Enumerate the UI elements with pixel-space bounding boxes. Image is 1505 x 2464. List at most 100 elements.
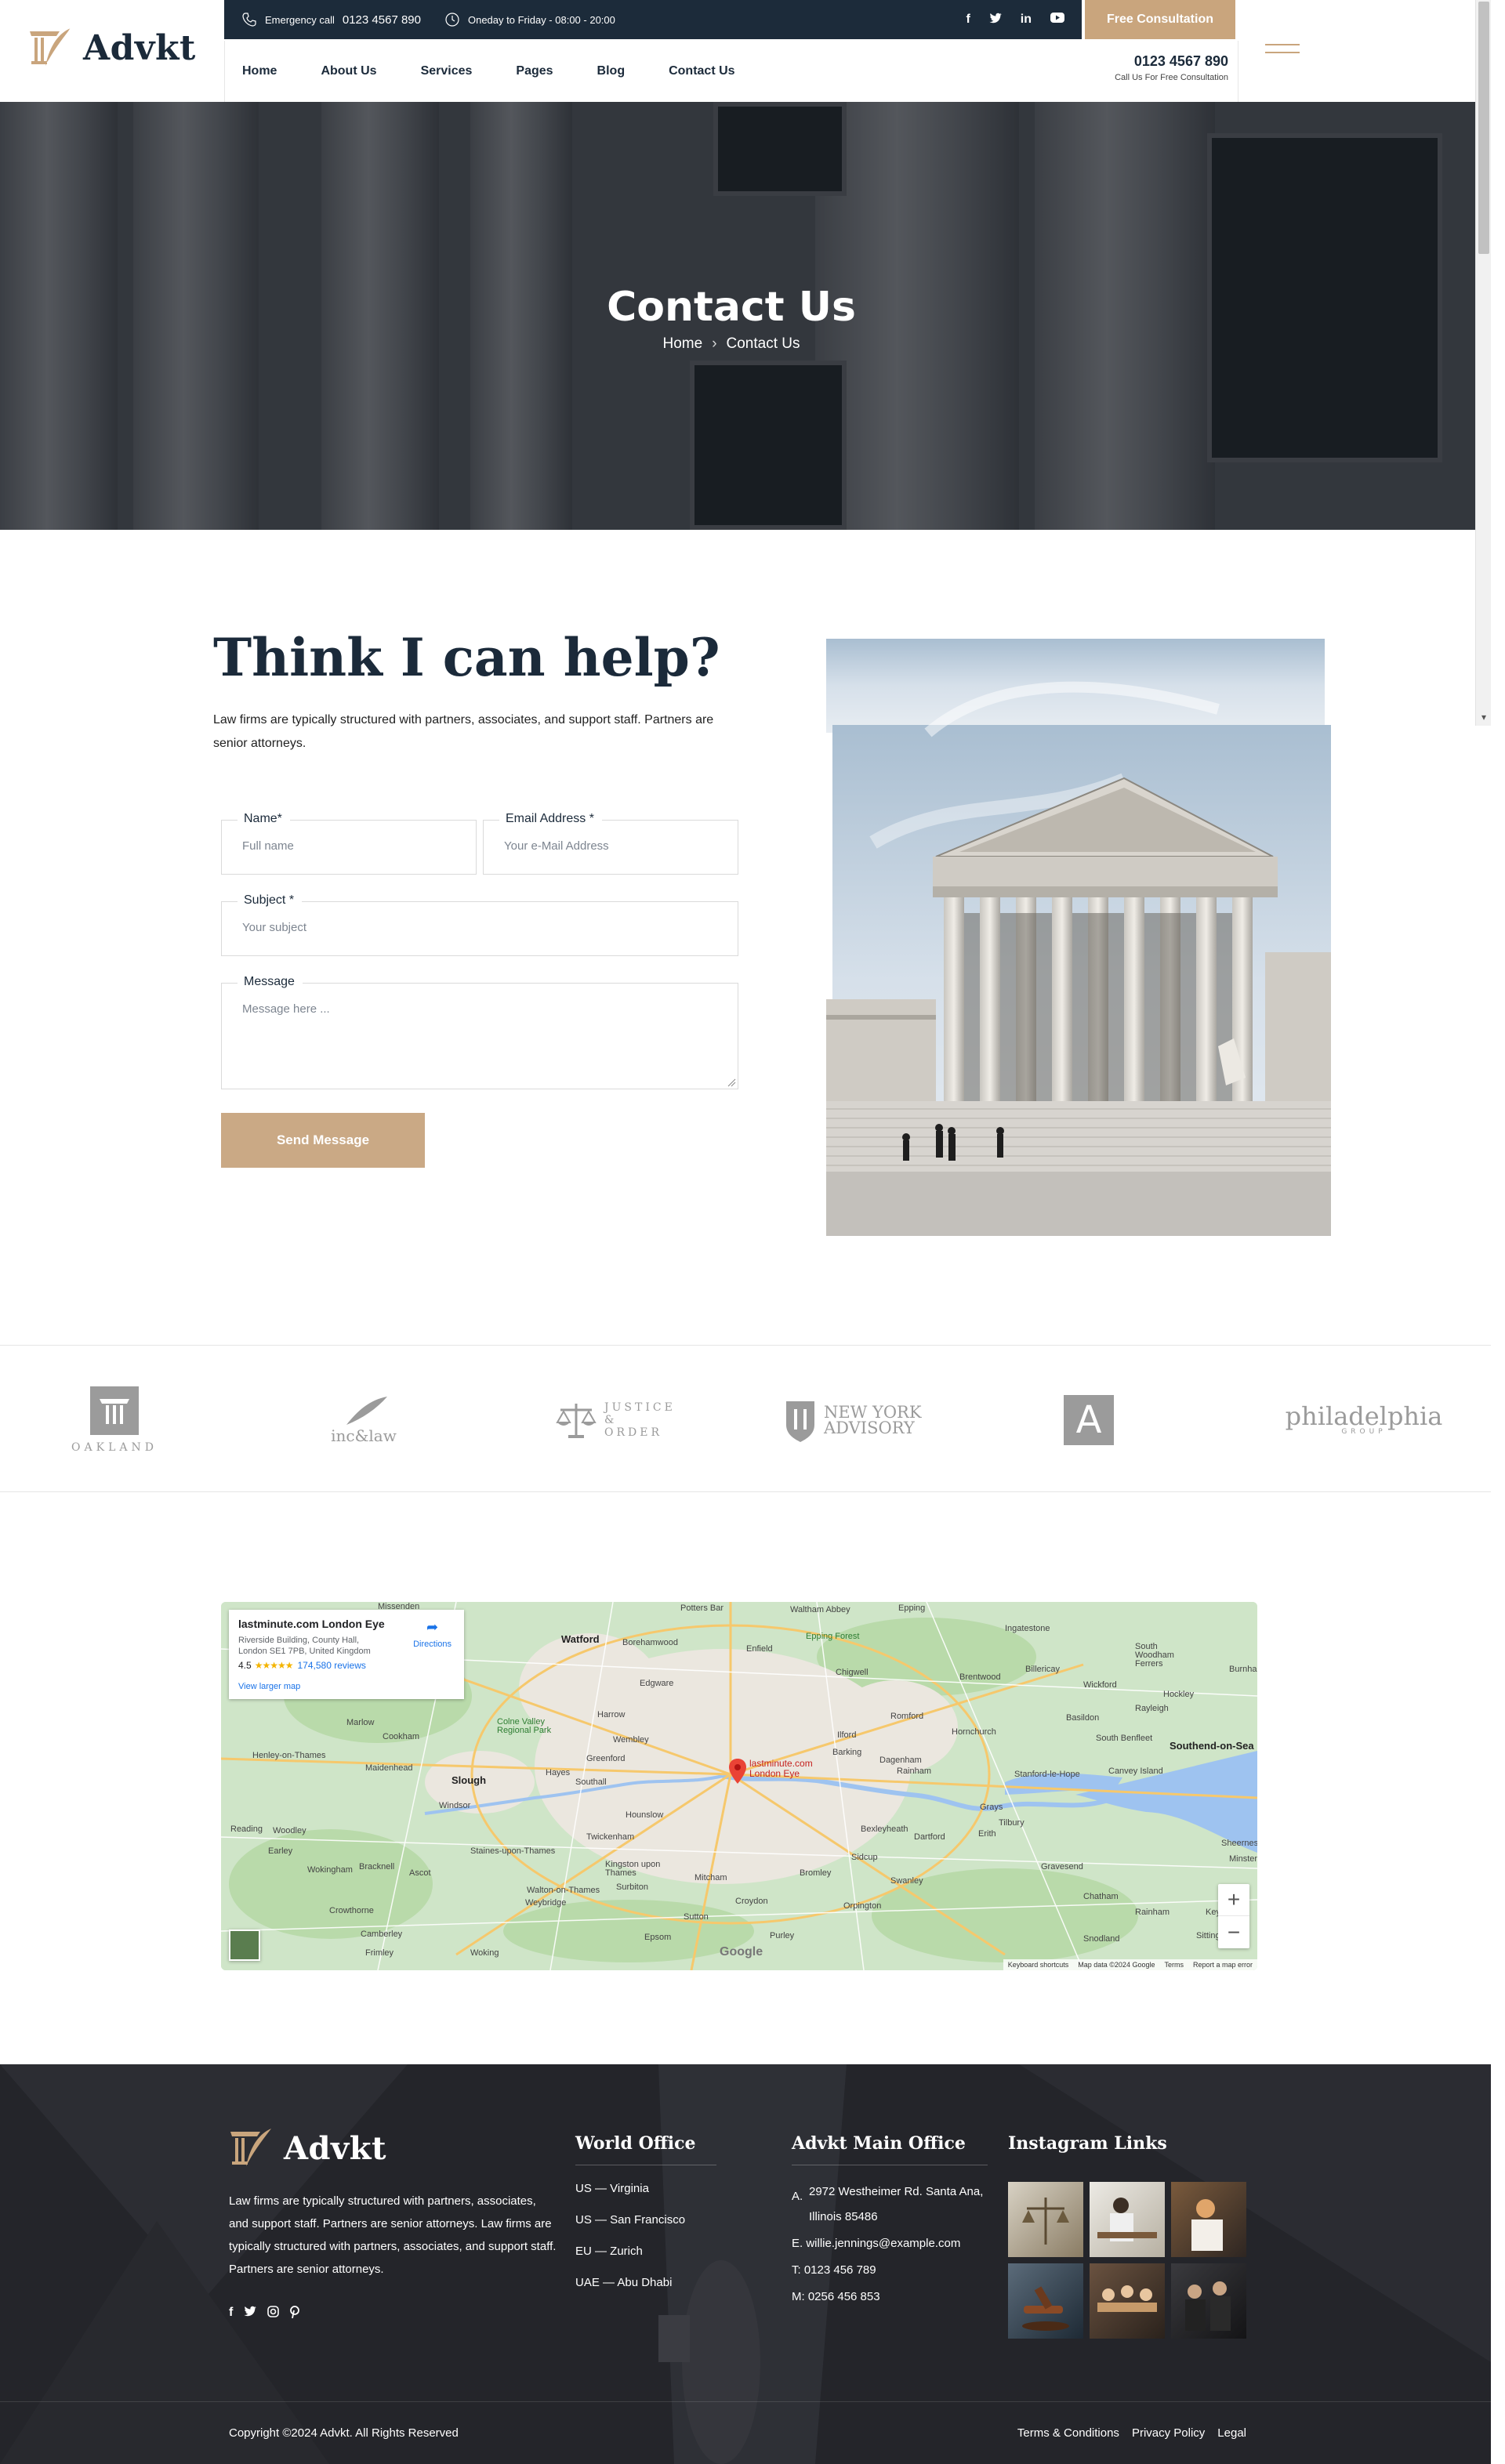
nav-item-home[interactable]: Home <box>242 64 277 78</box>
instagram-icon[interactable] <box>267 2306 280 2322</box>
world-office-link[interactable]: UAE — Abu Dhabi <box>575 2276 672 2289</box>
main-office-title: Advkt Main Office <box>792 2133 966 2154</box>
twitter-icon[interactable] <box>989 13 1002 27</box>
nav-item-pages[interactable]: Pages <box>516 64 553 78</box>
free-consultation-button[interactable]: Free Consultation <box>1085 0 1235 39</box>
scrollbar-thumb[interactable] <box>1478 2 1489 254</box>
map-label: Watford <box>561 1633 600 1645</box>
map-label: Chatham <box>1083 1892 1119 1901</box>
map-terms-link[interactable]: Terms <box>1164 1961 1184 1969</box>
name-field[interactable]: Name* Full name <box>221 812 477 875</box>
map-label: Greenford <box>586 1754 626 1763</box>
map-label: Hayes <box>546 1768 571 1777</box>
resize-handle-icon[interactable] <box>727 1078 736 1087</box>
reviews-link[interactable]: 174,580 reviews <box>297 1660 365 1671</box>
view-larger-map-link[interactable]: View larger map <box>238 1682 300 1691</box>
email-field[interactable]: Email Address * Your e-Mail Address <box>483 812 738 875</box>
linkedin-icon[interactable]: in <box>1021 13 1032 27</box>
directions-button[interactable]: ➦ Directions <box>413 1619 452 1649</box>
footer-email[interactable]: E. willie.jennings@example.com <box>792 2237 960 2250</box>
map-label: Bromley <box>800 1868 832 1878</box>
map-marker[interactable]: lastminute.com London Eye <box>729 1759 813 1788</box>
nav-item-blog[interactable]: Blog <box>597 64 626 78</box>
instagram-thumbnail[interactable] <box>1171 2182 1246 2257</box>
brand-newyork-text: NEW YORK ADVISORY <box>824 1403 922 1437</box>
map-label: Henley-on-Thames <box>252 1751 326 1760</box>
message-field[interactable]: Message Message here ... <box>221 975 738 1089</box>
brand-philadelphia-text: philadelphia <box>1285 1401 1443 1431</box>
email-placeholder: Your e-Mail Address <box>504 839 609 853</box>
footer-logo[interactable]: Advkt <box>229 2127 386 2169</box>
send-message-button[interactable]: Send Message <box>221 1113 425 1168</box>
contact-heading: Think I can help? <box>213 627 720 688</box>
nav-item-about[interactable]: About Us <box>321 64 376 78</box>
world-office-link[interactable]: US — Virginia <box>575 2182 649 2195</box>
google-logo: Google <box>720 1945 763 1959</box>
map-label: Epping Forest <box>806 1632 860 1641</box>
instagram-thumbnail[interactable] <box>1008 2263 1083 2339</box>
directions-icon: ➦ <box>426 1619 439 1635</box>
instagram-thumbnail[interactable] <box>1090 2263 1165 2339</box>
brand-logo-justice: JUSTICE & ORDER <box>549 1377 682 1463</box>
scrollbar[interactable]: ▾ <box>1475 0 1491 726</box>
report-error-link[interactable]: Report a map error <box>1193 1961 1253 1969</box>
map-data-text: Map data ©2024 Google <box>1078 1961 1155 1969</box>
site-logo[interactable]: Advkt <box>28 27 196 69</box>
main-nav: Home About Us Services Pages Blog Contac… <box>224 41 1238 102</box>
topbar-socials: f in <box>966 0 1064 39</box>
emergency-call[interactable]: Emergency call 0123 4567 890 <box>241 12 421 27</box>
breadcrumb: Home › Contact Us <box>0 335 1463 353</box>
header-phone[interactable]: 0123 4567 890 Call Us For Free Consultat… <box>1115 53 1228 82</box>
footer-divider <box>0 2401 1491 2402</box>
breadcrumb-home[interactable]: Home <box>663 335 703 352</box>
map-layers-button[interactable] <box>229 1930 260 1961</box>
map-label: Barking <box>832 1748 862 1757</box>
legal-link[interactable]: Legal <box>1217 2426 1246 2440</box>
brand-a-text: A <box>1064 1395 1114 1445</box>
terms-link[interactable]: Terms & Conditions <box>1017 2426 1119 2440</box>
location-map[interactable]: Watford Potters Bar Waltham Abbey Epping… <box>221 1602 1257 1970</box>
footer-tel[interactable]: T: 0123 456 789 <box>792 2263 876 2277</box>
footer-background <box>0 2064 1491 2464</box>
scroll-down-arrow-icon[interactable]: ▾ <box>1476 712 1492 723</box>
map-label: Swanley <box>890 1876 923 1886</box>
header-phone-number: 0123 4567 890 <box>1133 53 1228 69</box>
nav-item-services[interactable]: Services <box>421 64 473 78</box>
map-label: Walton-on-Thames <box>527 1886 600 1895</box>
map-label: Crowthorne <box>329 1906 374 1915</box>
map-label: Dartford <box>914 1832 945 1842</box>
map-label: Stanford-le-Hope <box>1014 1770 1080 1779</box>
instagram-thumbnail[interactable] <box>1171 2263 1246 2339</box>
emergency-phone[interactable]: 0123 4567 890 <box>343 13 421 27</box>
twitter-icon[interactable] <box>244 2306 257 2322</box>
instagram-thumbnail[interactable] <box>1090 2182 1165 2257</box>
keyboard-shortcuts-link[interactable]: Keyboard shortcuts <box>1008 1961 1069 1969</box>
world-office-link[interactable]: US — San Francisco <box>575 2213 685 2227</box>
hamburger-menu-icon[interactable] <box>1265 44 1300 55</box>
privacy-link[interactable]: Privacy Policy <box>1132 2426 1205 2440</box>
map-label: Staines-upon-Thames <box>470 1846 556 1856</box>
map-label: Epping <box>898 1603 926 1613</box>
page-title: Contact Us <box>607 284 856 331</box>
name-label: Name* <box>238 812 290 826</box>
zoom-in-button[interactable]: + <box>1218 1884 1249 1916</box>
facebook-icon[interactable]: f <box>229 2306 233 2322</box>
map-label: Bexleyheath <box>861 1824 908 1834</box>
zoom-out-button[interactable]: − <box>1218 1916 1249 1948</box>
map-label: Brentwood <box>959 1672 1001 1682</box>
facebook-icon[interactable]: f <box>966 13 970 27</box>
map-label: Southend-on-Sea <box>1170 1740 1254 1752</box>
map-label: Ingatestone <box>1005 1624 1050 1633</box>
instagram-thumbnail[interactable] <box>1008 2182 1083 2257</box>
courthouse-image <box>826 639 1331 1236</box>
copyright-text: Copyright ©2024 Advkt. All Rights Reserv… <box>229 2426 459 2440</box>
youtube-icon[interactable] <box>1050 13 1064 27</box>
world-office-link[interactable]: EU — Zurich <box>575 2245 643 2258</box>
pinterest-icon[interactable] <box>290 2306 300 2322</box>
subject-field[interactable]: Subject * Your subject <box>221 893 738 956</box>
map-label: Gravesend <box>1041 1862 1083 1872</box>
nav-item-contact[interactable]: Contact Us <box>669 64 734 78</box>
map-label: Reading <box>230 1824 263 1834</box>
footer-mobile[interactable]: M: 0256 456 853 <box>792 2290 880 2303</box>
map-label: Harrow <box>597 1710 626 1719</box>
